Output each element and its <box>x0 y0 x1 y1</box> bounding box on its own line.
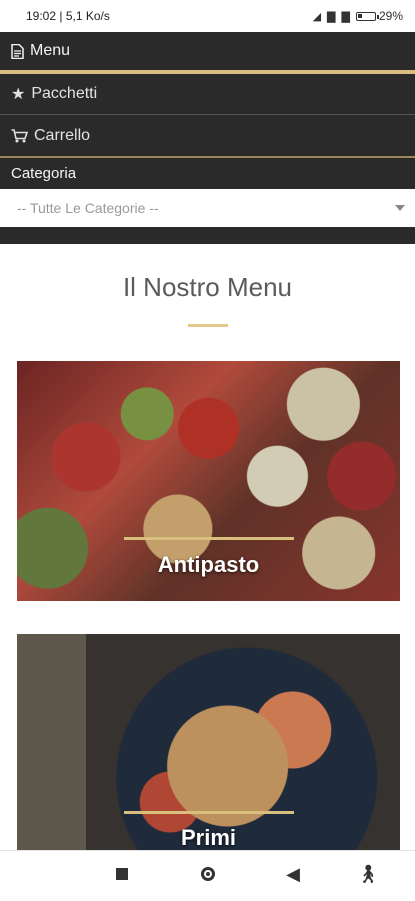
status-left: 19:02 | 5,1 Ko/s <box>26 9 110 23</box>
packages-link[interactable]: ★ Pacchetti <box>0 74 415 115</box>
accessibility-button[interactable]: 🚶︎ <box>356 864 380 885</box>
document-icon <box>11 43 24 59</box>
category-label-row: Categoria <box>0 158 415 189</box>
cart-link[interactable]: Carrello <box>0 115 415 156</box>
battery-text: 29% <box>378 9 403 23</box>
category-card-antipasto[interactable]: Antipasto <box>17 361 400 601</box>
accessibility-icon: 🚶︎ <box>356 864 380 884</box>
signal-icon: ▇ <box>341 10 350 23</box>
recents-button[interactable] <box>110 864 134 885</box>
gold-divider <box>0 156 415 158</box>
back-button[interactable]: ◀ <box>281 864 305 885</box>
chevron-down-icon <box>395 205 405 211</box>
home-button[interactable] <box>196 864 220 886</box>
menu-label: Menu <box>30 42 71 59</box>
top-navigation: Menu ★ Pacchetti Carrello Categoria -- T… <box>0 32 415 244</box>
cart-icon <box>11 128 28 142</box>
status-right: ◢ ▇ ▇ 29% <box>313 9 403 23</box>
packages-label: Pacchetti <box>31 85 98 102</box>
card-gold-line <box>124 537 294 540</box>
star-icon: ★ <box>11 86 26 103</box>
back-triangle-icon: ◀ <box>286 864 300 884</box>
square-icon <box>116 868 128 880</box>
menu-link[interactable]: Menu <box>0 32 415 70</box>
status-bar: 19:02 | 5,1 Ko/s ◢ ▇ ▇ 29% <box>0 0 415 32</box>
status-time: 19:02 <box>26 9 57 23</box>
wifi-icon: ◢ <box>312 10 322 23</box>
page-title: Il Nostro Menu <box>122 272 293 302</box>
category-card-primi[interactable]: Primi <box>17 634 400 874</box>
home-circle-icon <box>201 867 215 881</box>
battery-icon <box>355 11 379 21</box>
card-title: Primi <box>180 825 237 850</box>
system-navigation-bar: ◀ 🚶︎ <box>0 850 415 901</box>
status-speed: 5,1 Ko/s <box>65 9 110 23</box>
cart-label: Carrello <box>34 126 91 144</box>
battery-indicator: 29% <box>355 9 403 23</box>
category-select-value: -- Tutte Le Categorie -- <box>17 200 159 216</box>
title-underline <box>188 324 228 327</box>
card-gold-line <box>124 811 294 814</box>
signal-icon: ▇ <box>327 10 336 23</box>
category-select[interactable]: -- Tutte Le Categorie -- <box>0 189 415 227</box>
nav-bottom-bar <box>0 227 415 244</box>
card-title: Antipasto <box>157 552 260 577</box>
category-label: Categoria <box>11 165 77 182</box>
